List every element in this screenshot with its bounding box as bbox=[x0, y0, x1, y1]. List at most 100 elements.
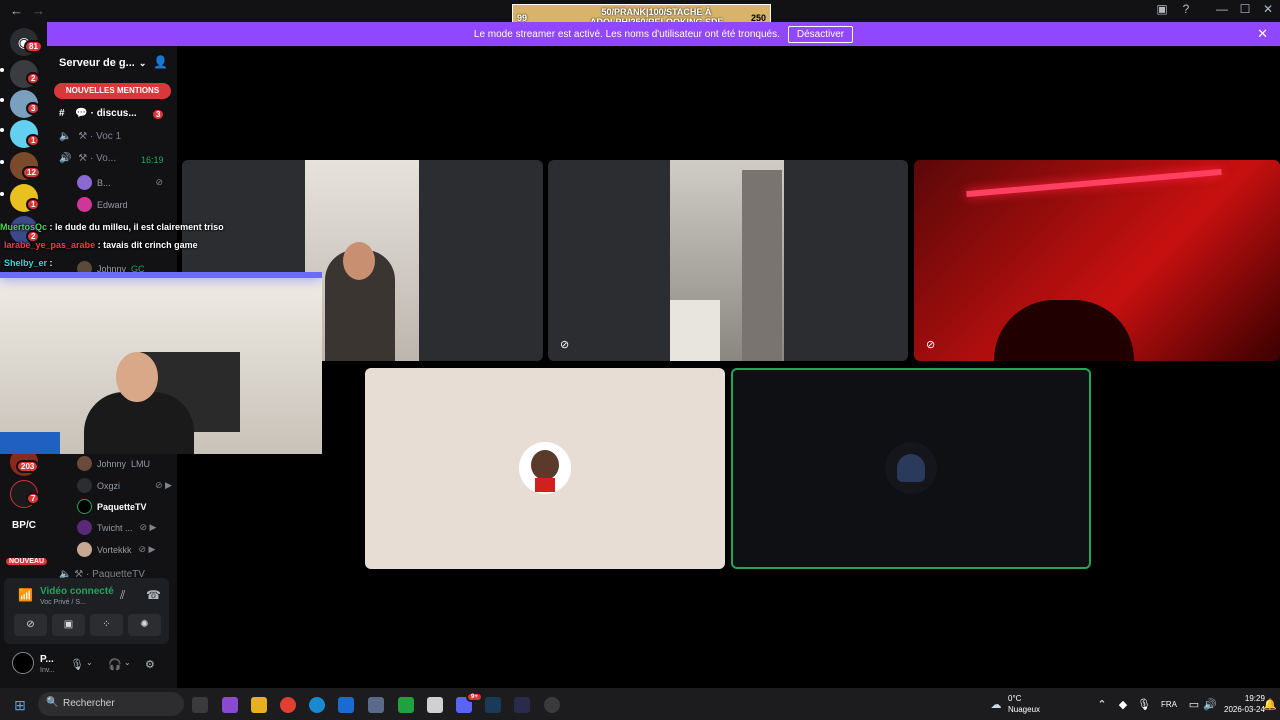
video-tile[interactable]: ⊘ bbox=[914, 160, 1280, 361]
mail-icon[interactable] bbox=[338, 697, 354, 713]
back-arrow-icon[interactable]: ← bbox=[10, 3, 23, 18]
help-icon[interactable]: ? bbox=[1175, 2, 1197, 16]
inbox-icon[interactable]: ▣ bbox=[1151, 2, 1173, 16]
avatar-scarf bbox=[535, 478, 555, 492]
obs-icon[interactable] bbox=[544, 697, 560, 713]
close-window-button[interactable]: ✕ bbox=[1257, 2, 1279, 16]
channel-badge: 3 bbox=[151, 108, 166, 121]
language-indicator[interactable]: FRA bbox=[1161, 700, 1177, 709]
voice-user[interactable]: Edward bbox=[77, 197, 128, 212]
task-view-icon[interactable] bbox=[192, 697, 208, 713]
weather-widget[interactable]: 0°C Nuageux bbox=[1008, 693, 1040, 715]
voice-user[interactable]: Oxgzi ⊘ ▶ bbox=[77, 478, 172, 493]
microphone-icon[interactable]: 🎙 bbox=[70, 658, 84, 671]
xbox-icon[interactable] bbox=[398, 697, 414, 713]
steam-icon[interactable] bbox=[485, 697, 501, 713]
minimize-button[interactable]: — bbox=[1211, 2, 1233, 16]
webcam-feed bbox=[670, 160, 784, 361]
edge-icon[interactable] bbox=[309, 697, 325, 713]
camera-off-button[interactable]: ⊘ bbox=[14, 614, 47, 636]
deafened-icon: ⊘ ▶ bbox=[138, 544, 156, 554]
volume-icon[interactable]: 🔊 bbox=[1202, 697, 1218, 713]
server-badge: 1 bbox=[26, 198, 41, 211]
chevron-up-icon[interactable]: ⌃ bbox=[1094, 697, 1110, 713]
voice-user[interactable]: Twicht ... ⊘ ▶ bbox=[77, 520, 156, 535]
chevron-down-icon[interactable]: ⌄ bbox=[124, 658, 131, 667]
voice-user[interactable]: B... ⊘ bbox=[77, 175, 163, 190]
hashtag-icon: # bbox=[59, 108, 65, 119]
video-tile-speaking[interactable] bbox=[731, 368, 1091, 569]
user-status: Inv... bbox=[40, 667, 55, 674]
speaker-active-icon: 🔊 bbox=[59, 153, 72, 164]
led-strip bbox=[0, 272, 322, 278]
voice-user[interactable]: Vortekkk ⊘ ▶ bbox=[77, 542, 155, 557]
taskbar-clock[interactable]: 19:29 2026-03-24 bbox=[1224, 693, 1265, 715]
avatar bbox=[77, 478, 92, 493]
settings-icon[interactable] bbox=[368, 697, 384, 713]
voice-user[interactable]: PaquetteTV bbox=[77, 499, 147, 514]
maximize-button[interactable]: ☐ bbox=[1234, 2, 1256, 16]
chat-username: MuertosQc bbox=[0, 222, 48, 232]
copilot-icon[interactable] bbox=[222, 697, 238, 713]
channel-discussion[interactable]: # 💬 · discus... bbox=[59, 108, 137, 119]
chat-text: : le dude du milleu, il est clairement t… bbox=[49, 222, 224, 232]
voice-status[interactable]: Vidéo connecté bbox=[40, 586, 114, 597]
search-placeholder: Rechercher bbox=[63, 698, 115, 709]
forward-arrow-icon[interactable]: → bbox=[32, 3, 45, 18]
bed bbox=[670, 300, 720, 361]
server-badge: 7 bbox=[26, 492, 41, 505]
video-tile[interactable]: ⊘ bbox=[548, 160, 908, 361]
windows-start-icon[interactable]: ⊞ bbox=[12, 697, 28, 713]
speaker-icon: 🔈 bbox=[59, 131, 72, 142]
headphones-icon[interactable]: 🎧 bbox=[108, 658, 122, 671]
unread-pill bbox=[0, 192, 4, 196]
server-name-header[interactable]: Serveur de g... ⌄ bbox=[59, 57, 146, 69]
webcam-feed bbox=[305, 160, 419, 361]
chevron-down-icon[interactable]: ⌄ bbox=[86, 658, 93, 667]
avatar bbox=[77, 542, 92, 557]
file-explorer-icon[interactable] bbox=[251, 697, 267, 713]
unread-pill bbox=[0, 128, 4, 132]
voice-user[interactable]: Johnny LMU bbox=[77, 456, 150, 471]
unread-pill bbox=[0, 98, 4, 102]
screen-share-button[interactable]: ▣ bbox=[52, 614, 85, 636]
settings-gear-icon[interactable]: ⚙ bbox=[145, 658, 155, 671]
activities-button[interactable]: ⁘ bbox=[90, 614, 123, 636]
server-badge: 203 bbox=[16, 460, 40, 473]
voice-connection-panel: 📶 Vidéo connecté Voc Privé / S... ⫽ ☎ ⊘ … bbox=[4, 578, 169, 644]
channel-voc-1[interactable]: 🔈 ⚒ · Voc 1 bbox=[59, 131, 121, 142]
chat-text: : bbox=[49, 258, 53, 268]
display-icon[interactable]: ▭ bbox=[1186, 697, 1202, 713]
noise-suppression-icon[interactable]: ⫽ bbox=[120, 588, 125, 603]
avatar bbox=[77, 175, 92, 190]
server-bpc[interactable]: BP/C bbox=[8, 512, 40, 540]
store-icon[interactable] bbox=[427, 697, 443, 713]
microphone-tray-icon[interactable]: 🎙 bbox=[1136, 697, 1152, 713]
user-avatar[interactable] bbox=[12, 652, 34, 674]
user-avatar bbox=[519, 442, 571, 494]
disconnect-icon[interactable]: ☎ bbox=[146, 588, 161, 602]
deafened-icon: ⊘ ▶ bbox=[155, 480, 172, 490]
voice-timer: 16:19 bbox=[141, 155, 164, 165]
taskbar-search[interactable]: 🔍 Rechercher bbox=[38, 692, 184, 716]
new-mentions-pill[interactable]: NOUVELLES MENTIONS bbox=[54, 83, 171, 99]
server-badge: 2 bbox=[26, 72, 41, 85]
notification-bell-icon[interactable]: 🔔 bbox=[1262, 697, 1278, 713]
user-name[interactable]: P... bbox=[40, 654, 54, 665]
channel-voice-active[interactable]: 🔊 ⚒ · Vo... bbox=[59, 153, 116, 164]
server-badge: 12 bbox=[22, 166, 41, 179]
invite-people-icon[interactable]: 👤 bbox=[153, 55, 168, 69]
person-head bbox=[116, 352, 158, 402]
person-head bbox=[343, 242, 375, 280]
voice-channel[interactable]: Voc Privé / S... bbox=[40, 599, 86, 606]
muted-mic-icon: ⊘ bbox=[560, 339, 570, 351]
soundboard-button[interactable]: ✺ bbox=[128, 614, 161, 636]
home-badge: 81 bbox=[24, 40, 43, 53]
video-tile[interactable] bbox=[365, 368, 725, 569]
app-icon[interactable] bbox=[514, 697, 530, 713]
disable-streamer-mode-button[interactable]: Désactiver bbox=[787, 25, 854, 43]
chrome-icon[interactable] bbox=[280, 697, 296, 713]
network-tray-icon[interactable]: ◆ bbox=[1115, 697, 1131, 713]
streamer-webcam bbox=[0, 272, 322, 454]
close-banner-icon[interactable]: ✕ bbox=[1257, 26, 1268, 42]
